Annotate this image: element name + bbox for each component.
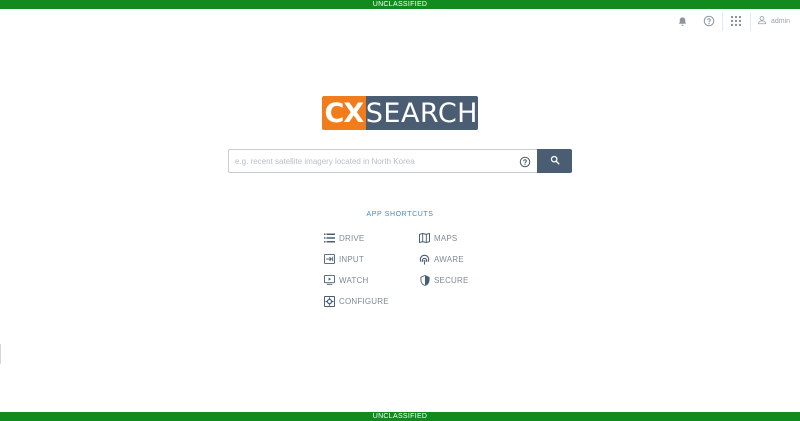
search-field — [228, 149, 537, 173]
shortcut-label: CONFIGURE — [339, 296, 389, 306]
help-circle-icon[interactable] — [519, 155, 531, 168]
shortcut-label: MAPS — [434, 233, 458, 243]
topbar-divider — [750, 13, 751, 31]
apps-grid-icon[interactable] — [729, 14, 743, 28]
shortcut-maps[interactable]: MAPS — [419, 232, 457, 244]
classification-banner-top: UNCLASSIFIED — [0, 0, 800, 9]
cx-search-logo: CX SEARCH — [322, 96, 478, 130]
app-shortcuts-title: APP SHORTCUTS — [366, 211, 434, 218]
user-name: admin — [771, 17, 791, 25]
shortcut-input[interactable]: INPUT — [324, 253, 364, 265]
play-monitor-icon — [324, 275, 335, 286]
shortcut-drive[interactable]: DRIVE — [324, 232, 364, 244]
shortcut-label: DRIVE — [339, 233, 365, 243]
signal-icon — [419, 254, 430, 265]
map-icon — [419, 233, 430, 244]
user-icon — [757, 12, 767, 30]
list-icon — [324, 233, 335, 244]
configure-icon — [324, 295, 335, 307]
shortcut-label: AWARE — [434, 254, 464, 264]
user-menu[interactable]: admin — [757, 14, 790, 28]
top-bar: admin — [0, 9, 800, 33]
logo-search-word: SEARCH — [365, 96, 478, 130]
shortcut-watch[interactable]: WATCH — [324, 274, 368, 286]
shortcut-secure[interactable]: SECURE — [419, 274, 469, 286]
search-icon — [550, 152, 560, 170]
shortcut-aware[interactable]: AWARE — [419, 253, 464, 265]
bell-icon[interactable] — [675, 14, 689, 28]
shortcut-label: SECURE — [434, 275, 469, 285]
shortcut-label: INPUT — [339, 254, 364, 264]
shortcut-configure[interactable]: CONFIGURE — [324, 295, 389, 307]
shield-icon — [419, 274, 430, 286]
left-edge-handle — [0, 344, 2, 364]
help-circle-icon[interactable] — [702, 14, 716, 28]
search-button[interactable] — [537, 149, 572, 173]
logo-cx: CX — [322, 96, 366, 130]
search-bar — [228, 149, 572, 173]
shortcut-label: WATCH — [339, 275, 369, 285]
search-input[interactable] — [229, 150, 509, 172]
input-icon — [324, 254, 335, 265]
topbar-divider — [722, 13, 723, 31]
classification-banner-bottom: UNCLASSIFIED — [0, 412, 800, 421]
